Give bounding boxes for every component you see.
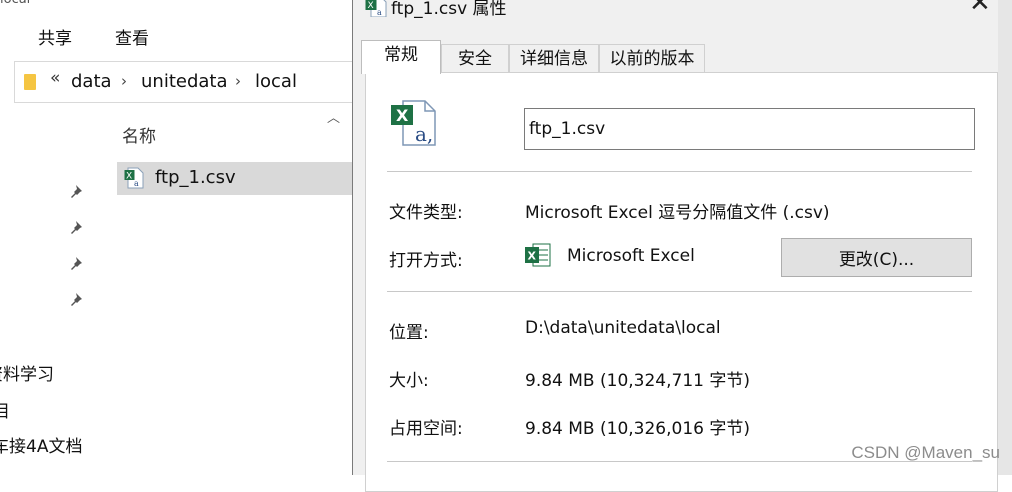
svg-text:a: a <box>377 8 382 17</box>
nav-item[interactable]: 目 <box>0 397 10 422</box>
address-bar[interactable]: « data › unitedata › local <box>14 61 354 103</box>
close-icon[interactable]: ✕ <box>969 0 991 18</box>
file-name: ftp_1.csv <box>155 167 236 188</box>
file-type-label: 文件类型: <box>389 203 463 223</box>
pin-icon[interactable] <box>70 219 86 235</box>
background-window-strip <box>998 0 1012 475</box>
ribbon-tab-view[interactable]: 查看 <box>115 24 149 49</box>
breadcrumb-overflow[interactable]: « <box>50 68 60 88</box>
excel-csv-icon: X a <box>365 0 387 17</box>
size-on-disk-value: 9.84 MB (10,326,016 字节) <box>525 419 750 439</box>
size-on-disk-label: 占用空间: <box>389 419 463 439</box>
open-with-value: Microsoft Excel <box>567 246 695 266</box>
sort-ascending-icon: ︿ <box>327 111 341 126</box>
general-panel: X a, 文件类型: Microsoft Excel 逗号分隔值文件 (.csv… <box>365 72 998 492</box>
explorer-title: local <box>0 0 30 7</box>
chevron-right-icon[interactable]: › <box>121 72 127 90</box>
tab-general[interactable]: 常规 <box>361 40 441 74</box>
size-label: 大小: <box>389 371 429 391</box>
location-value: D:\data\unitedata\local <box>525 318 721 338</box>
column-header-name[interactable]: 名称 <box>122 122 156 147</box>
dialog-title: ftp_1.csv 属性 <box>391 0 507 19</box>
properties-dialog: X a ftp_1.csv 属性 ✕ 常规 安全 详细信息 以前的版本 X a,… <box>352 0 1012 492</box>
tab-details[interactable]: 详细信息 <box>509 44 599 73</box>
divider <box>387 291 972 292</box>
size-value: 9.84 MB (10,324,711 字节) <box>525 371 750 391</box>
divider <box>387 171 972 172</box>
svg-text:X: X <box>126 172 132 182</box>
file-explorer-window: local 共享 查看 « data › unitedata › local 名… <box>0 0 354 475</box>
file-list-item[interactable]: X a ftp_1.csv <box>117 162 352 195</box>
tab-security[interactable]: 安全 <box>441 44 509 73</box>
watermark: CSDN @Maven_su <box>851 443 1000 462</box>
open-with-label: 打开方式: <box>389 251 463 271</box>
pin-icon[interactable] <box>70 255 86 271</box>
file-name-field[interactable] <box>524 108 975 150</box>
pin-icon[interactable] <box>70 183 86 199</box>
breadcrumb-data[interactable]: data <box>71 71 112 92</box>
folder-icon <box>24 74 36 90</box>
nav-item[interactable]: 资料学习 <box>0 360 54 385</box>
tab-previous-versions[interactable]: 以前的版本 <box>599 44 705 73</box>
pin-icon[interactable] <box>70 291 86 307</box>
ribbon-tab-share[interactable]: 共享 <box>38 24 72 49</box>
change-button[interactable]: 更改(C)... <box>781 238 972 277</box>
excel-csv-icon: X a <box>124 167 144 189</box>
svg-text:X: X <box>528 250 537 263</box>
svg-text:X: X <box>368 1 374 11</box>
excel-csv-file-icon: X a, <box>391 100 436 146</box>
file-type-value: Microsoft Excel 逗号分隔值文件 (.csv) <box>525 203 830 223</box>
svg-text:a: a <box>134 179 139 188</box>
excel-app-icon: X <box>525 243 551 267</box>
location-label: 位置: <box>389 323 429 343</box>
breadcrumb-unitedata[interactable]: unitedata <box>141 71 228 92</box>
svg-text:X: X <box>396 106 409 125</box>
svg-text:a,: a, <box>415 122 433 146</box>
nav-item[interactable]: 车接4A文档 <box>0 432 82 457</box>
chevron-right-icon[interactable]: › <box>235 72 241 90</box>
breadcrumb-local[interactable]: local <box>255 71 297 92</box>
